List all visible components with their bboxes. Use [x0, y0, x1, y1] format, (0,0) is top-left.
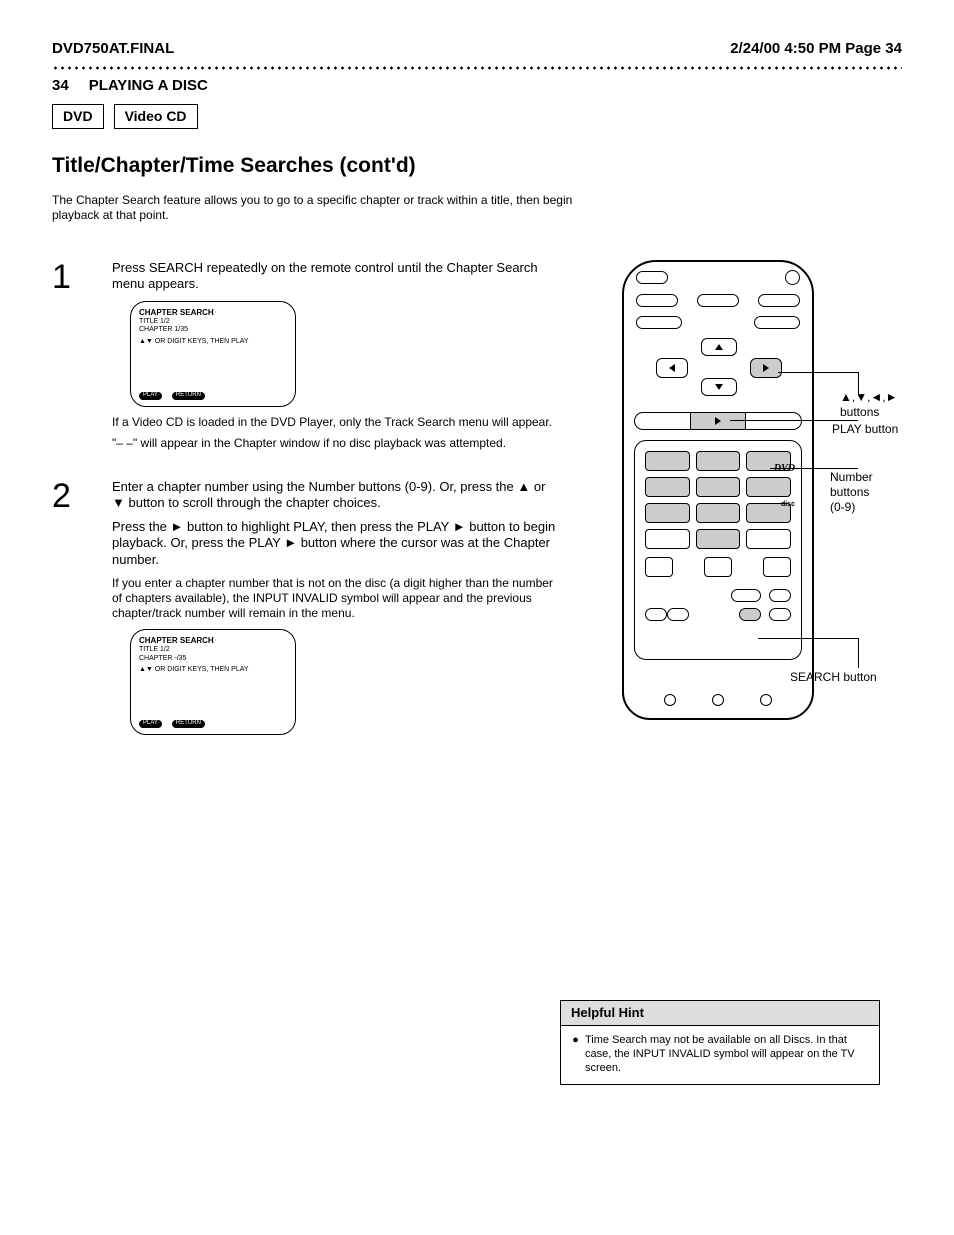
running-header: DVD750AT.FINAL 2/24/00 4:50 PM Page 34	[52, 40, 902, 59]
remote-button	[760, 694, 772, 706]
callout-dir-text: ▲,▼,◄,►	[840, 390, 898, 404]
arrow-up-button	[701, 338, 737, 356]
helpful-hint-title: Helpful Hint	[560, 1000, 880, 1026]
leader-line	[730, 420, 858, 421]
pause-icon	[731, 589, 761, 602]
section-title: PLAYING A DISC	[89, 77, 208, 96]
callout-search: SEARCH button	[790, 670, 877, 685]
step-number: 2	[52, 479, 112, 743]
osd-return-button: RETURN	[172, 720, 205, 728]
remote-button	[645, 557, 673, 577]
remote-button	[636, 316, 682, 329]
arrow-down-button	[701, 378, 737, 396]
number-button	[645, 529, 690, 549]
search-button	[739, 608, 761, 621]
callout-play: PLAY button	[832, 422, 898, 437]
callout-numbers-text: Number buttons	[830, 470, 873, 499]
intro-text: The Chapter Search feature allows you to…	[52, 193, 612, 223]
callout-dir-text2: buttons	[840, 405, 879, 419]
callout-numbers: Number buttons (0-9)	[830, 470, 900, 515]
arrow-right-button	[750, 358, 782, 378]
osd-title: CHAPTER SEARCH	[139, 308, 287, 318]
remote-button	[763, 557, 791, 577]
osd-play-button: PLAY	[139, 720, 162, 728]
page-number: 34	[52, 77, 69, 96]
number-button	[746, 529, 791, 549]
step1-note-2: "– –" will appear in the Chapter window …	[112, 436, 560, 451]
step-1: 1 Press SEARCH repeatedly on the remote …	[52, 260, 560, 451]
leader-line	[858, 638, 859, 668]
remote-button	[712, 694, 724, 706]
remote-button	[636, 271, 668, 284]
number-button	[645, 503, 690, 523]
dpad	[638, 338, 798, 408]
remote-button	[754, 316, 800, 329]
leader-line	[770, 468, 858, 469]
remote-button	[769, 608, 791, 621]
remote-button	[769, 589, 791, 602]
number-panel: DVD disc	[634, 440, 802, 660]
play-button	[690, 413, 746, 429]
running-header-left: DVD750AT.FINAL	[52, 40, 174, 59]
callout-numbers-text2: (0-9)	[830, 500, 855, 514]
osd-return-button: RETURN	[172, 392, 205, 400]
osd-hint: ▲▼ OR DIGIT KEYS, THEN PLAY	[139, 338, 287, 347]
number-button	[696, 529, 741, 549]
number-button	[696, 503, 741, 523]
remote-illustration: DVD disc	[560, 260, 900, 720]
helpful-hint-body: Time Search may not be available on all …	[585, 1034, 869, 1075]
prev-icon	[645, 608, 667, 621]
osd-screen-chapter-search: CHAPTER SEARCH TITLE 1/2 CHAPTER 1/35 ▲▼…	[130, 301, 296, 407]
cd-logo: disc	[781, 501, 795, 510]
eject-icon	[785, 270, 800, 285]
remote-button	[704, 557, 732, 577]
leader-line	[758, 638, 858, 639]
osd-play-button: PLAY	[139, 392, 162, 400]
helpful-hint-box: Helpful Hint Time Search may not be avai…	[560, 1000, 880, 1085]
remote-button	[697, 294, 739, 307]
step-2: 2 Enter a chapter number using the Numbe…	[52, 479, 560, 743]
remote-button	[758, 294, 800, 307]
page-title: Title/Chapter/Time Searches (cont'd)	[52, 153, 902, 179]
step2-note: If you enter a chapter number that is no…	[112, 576, 560, 621]
step-number: 1	[52, 260, 112, 451]
osd-row: TITLE 1/2	[139, 646, 287, 655]
callout-dir: ▲,▼,◄,► buttons	[840, 390, 898, 420]
step1-note-1: If a Video CD is loaded in the DVD Playe…	[112, 415, 560, 430]
dvd-logo: DVD	[774, 463, 795, 476]
leader-line	[778, 372, 858, 373]
arrow-left-button	[656, 358, 688, 378]
remote-button	[664, 694, 676, 706]
running-header-right: 2/24/00 4:50 PM Page 34	[730, 40, 902, 59]
next-icon	[667, 608, 689, 621]
transport-bar	[634, 412, 802, 430]
number-button	[645, 477, 690, 497]
divider-dots	[52, 65, 902, 71]
number-button	[696, 477, 741, 497]
step2-lead-a: Enter a chapter number using the Number …	[112, 479, 560, 512]
osd-hint: ▲▼ OR DIGIT KEYS, THEN PLAY	[139, 666, 287, 675]
number-button	[746, 477, 791, 497]
number-button	[645, 451, 690, 471]
page-heading: 34 PLAYING A DISC	[52, 77, 902, 96]
remote-button	[636, 294, 678, 307]
osd-row: CHAPTER -/35	[139, 655, 287, 664]
step2-lead-b: Press the ► button to highlight PLAY, th…	[112, 519, 560, 568]
rewind-icon	[635, 413, 690, 429]
tag-vcd: Video CD	[114, 104, 198, 130]
fast-forward-icon	[745, 413, 801, 429]
number-button	[696, 451, 741, 471]
tag-dvd: DVD	[52, 104, 104, 130]
osd-title: CHAPTER SEARCH	[139, 636, 287, 646]
osd-row: TITLE 1/2	[139, 318, 287, 327]
osd-row: CHAPTER 1/35	[139, 326, 287, 335]
osd-screen-chapter-search-2: CHAPTER SEARCH TITLE 1/2 CHAPTER -/35 ▲▼…	[130, 629, 296, 735]
step1-lead: Press SEARCH repeatedly on the remote co…	[112, 260, 560, 293]
